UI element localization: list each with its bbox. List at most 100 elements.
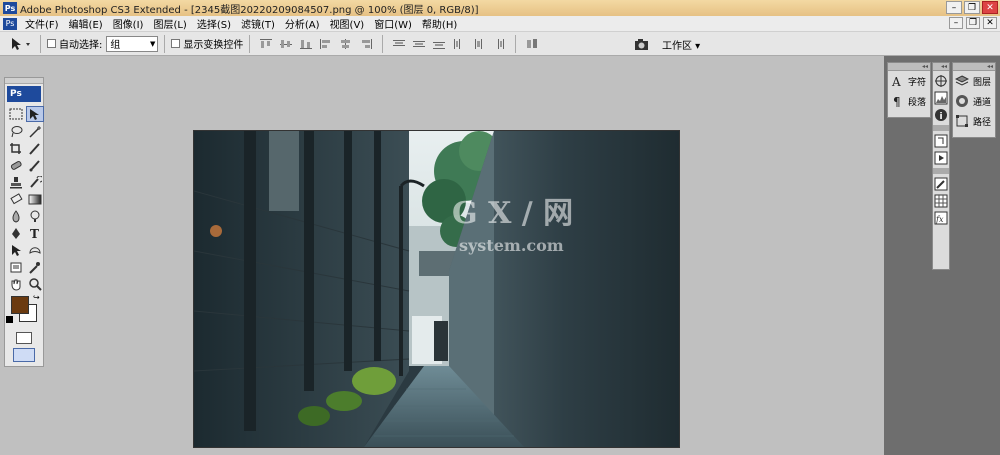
align-bottom-icon[interactable] bbox=[298, 37, 314, 51]
collapse-icon[interactable]: ◂◂ bbox=[888, 63, 930, 71]
panel-label: 图层 bbox=[973, 77, 992, 88]
spot-healing-icon[interactable] bbox=[7, 157, 25, 173]
brushes-icon[interactable] bbox=[934, 177, 948, 191]
doc-restore-button[interactable]: ❐ bbox=[966, 17, 980, 29]
navigator-icon[interactable] bbox=[934, 74, 948, 88]
workspace-button[interactable]: 工作区 ▾ bbox=[662, 37, 700, 52]
blur-tool-icon[interactable] bbox=[7, 208, 25, 224]
document-canvas[interactable]: G X / 网 system.com bbox=[193, 130, 680, 448]
histogram-icon[interactable] bbox=[934, 91, 948, 105]
collapse-icon[interactable]: ◂◂ bbox=[953, 63, 995, 71]
info-icon[interactable]: i bbox=[934, 108, 948, 122]
hand-tool-icon[interactable] bbox=[7, 276, 25, 292]
window-title: Adobe Photoshop CS3 Extended - [2345截图20… bbox=[20, 4, 479, 16]
marquee-tool-icon[interactable] bbox=[7, 106, 25, 122]
distribute-hcenter-icon[interactable] bbox=[471, 37, 487, 51]
svg-text:¶: ¶ bbox=[893, 95, 901, 107]
eyedropper-icon[interactable] bbox=[26, 259, 44, 275]
auto-select-label: 自动选择: bbox=[59, 40, 103, 51]
align-left-icon[interactable] bbox=[318, 37, 334, 51]
svg-text:A: A bbox=[891, 75, 901, 87]
restore-button[interactable]: ❐ bbox=[964, 1, 980, 14]
collapse-icon[interactable]: ◂◂ bbox=[933, 63, 949, 71]
menu-window[interactable]: 窗口(W) bbox=[369, 16, 417, 31]
align-right-icon[interactable] bbox=[358, 37, 374, 51]
menu-view[interactable]: 视图(V) bbox=[325, 16, 370, 31]
dodge-tool-icon[interactable] bbox=[26, 208, 44, 224]
panel-layers[interactable]: 图层 bbox=[953, 71, 995, 91]
toolbox-logo[interactable]: Ps bbox=[7, 86, 41, 102]
title-bar: Ps Adobe Photoshop CS3 Extended - [2345截… bbox=[0, 0, 1000, 16]
styles-icon[interactable]: fx bbox=[934, 211, 948, 225]
auto-align-icon[interactable] bbox=[524, 37, 540, 51]
distribute-bottom-icon[interactable] bbox=[431, 37, 447, 51]
toolbox-handle[interactable] bbox=[5, 78, 43, 84]
move-tool-icon[interactable] bbox=[26, 106, 44, 122]
doc-minimize-button[interactable]: – bbox=[949, 17, 963, 29]
eraser-tool-icon[interactable] bbox=[7, 191, 25, 207]
divider bbox=[249, 34, 251, 53]
crop-tool-icon[interactable] bbox=[7, 140, 25, 156]
camera-icon[interactable] bbox=[633, 36, 651, 52]
panel-paragraph[interactable]: ¶ 段落 bbox=[888, 91, 930, 111]
menu-help[interactable]: 帮助(H) bbox=[417, 16, 462, 31]
pen-tool-icon[interactable] bbox=[7, 225, 25, 241]
history-icon[interactable] bbox=[934, 134, 948, 148]
auto-select-value: 组 bbox=[110, 40, 121, 51]
color-swatches: ↪ bbox=[5, 293, 43, 328]
default-colors-icon[interactable] bbox=[6, 316, 13, 323]
menu-select[interactable]: 选择(S) bbox=[192, 16, 236, 31]
slice-tool-icon[interactable] bbox=[26, 140, 44, 156]
lasso-tool-icon[interactable] bbox=[7, 123, 25, 139]
panel-label: 路径 bbox=[973, 117, 992, 128]
panel-character[interactable]: A 字符 bbox=[888, 71, 930, 91]
notes-tool-icon[interactable] bbox=[7, 259, 25, 275]
distribute-left-icon[interactable] bbox=[451, 37, 467, 51]
type-tool-icon[interactable]: T bbox=[26, 225, 44, 241]
clone-stamp-icon[interactable] bbox=[7, 174, 25, 190]
panel-column-3: ◂◂ 图层 通道 路径 bbox=[952, 62, 996, 138]
history-brush-icon[interactable] bbox=[26, 174, 44, 190]
distribute-top-icon[interactable] bbox=[391, 37, 407, 51]
panel-column-2: ◂◂ i fx bbox=[932, 62, 950, 270]
align-hcenter-icon[interactable] bbox=[338, 37, 354, 51]
menu-analysis[interactable]: 分析(A) bbox=[280, 16, 325, 31]
magic-wand-icon[interactable] bbox=[26, 123, 44, 139]
watermark-main: G X / 网 bbox=[452, 196, 573, 231]
auto-select-checkbox[interactable] bbox=[47, 39, 56, 48]
swatches-icon[interactable] bbox=[934, 194, 948, 208]
screen-mode-button[interactable] bbox=[13, 348, 35, 362]
document-icon[interactable]: Ps bbox=[3, 17, 17, 30]
align-top-icon[interactable] bbox=[258, 37, 274, 51]
quick-mask-button[interactable] bbox=[16, 332, 32, 344]
swap-colors-icon[interactable]: ↪ bbox=[33, 293, 40, 302]
tool-preset-picker[interactable] bbox=[6, 34, 34, 54]
auto-select-dropdown[interactable]: 组 ▼ bbox=[106, 35, 159, 52]
panel-paths[interactable]: 路径 bbox=[953, 111, 995, 131]
path-selection-icon[interactable] bbox=[7, 242, 25, 258]
menu-filter[interactable]: 滤镜(T) bbox=[236, 16, 280, 31]
brush-tool-icon[interactable] bbox=[26, 157, 44, 173]
layers-icon bbox=[955, 74, 969, 88]
minimize-button[interactable]: – bbox=[946, 1, 962, 14]
doc-close-button[interactable]: ✕ bbox=[983, 17, 997, 29]
menu-edit[interactable]: 编辑(E) bbox=[64, 16, 108, 31]
distribute-vcenter-icon[interactable] bbox=[411, 37, 427, 51]
actions-icon[interactable] bbox=[934, 151, 948, 165]
panel-channels[interactable]: 通道 bbox=[953, 91, 995, 111]
app-icon[interactable]: Ps bbox=[3, 2, 17, 14]
menu-file[interactable]: 文件(F) bbox=[20, 16, 64, 31]
menu-bar: Ps 文件(F) 编辑(E) 图像(I) 图层(L) 选择(S) 滤镜(T) 分… bbox=[0, 16, 1000, 32]
custom-shape-icon[interactable] bbox=[26, 242, 44, 258]
panel-dock: ◂◂ A 字符 ¶ 段落 ◂◂ i fx ◂◂ 图层 通道 路径 bbox=[884, 56, 1000, 455]
menu-image[interactable]: 图像(I) bbox=[108, 16, 149, 31]
gradient-tool-icon[interactable] bbox=[26, 191, 44, 207]
show-transform-checkbox[interactable] bbox=[171, 39, 181, 48]
chevron-down-icon: ▼ bbox=[149, 39, 156, 48]
distribute-right-icon[interactable] bbox=[491, 37, 507, 51]
foreground-color-swatch[interactable] bbox=[11, 296, 29, 314]
zoom-tool-icon[interactable] bbox=[26, 276, 44, 292]
close-button[interactable]: ✕ bbox=[982, 1, 998, 14]
menu-layer[interactable]: 图层(L) bbox=[148, 16, 191, 31]
align-vcenter-icon[interactable] bbox=[278, 37, 294, 51]
